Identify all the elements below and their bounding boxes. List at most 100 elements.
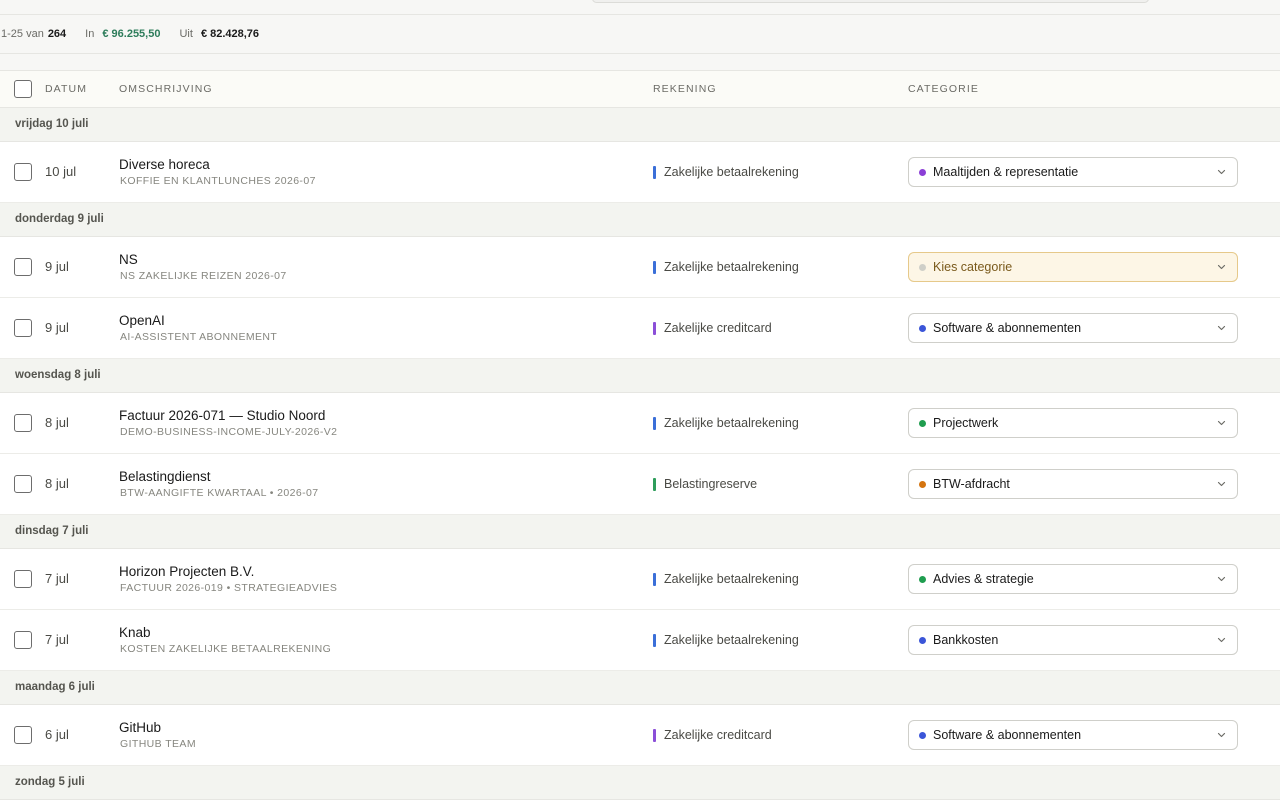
date-group-label: dinsdag 7 juli	[15, 525, 89, 537]
category-select[interactable]: Kies categorie	[908, 252, 1238, 282]
date-group-header: dinsdag 7 juli	[0, 515, 1280, 549]
chevron-down-icon	[1217, 729, 1226, 741]
transactions-summary-bar: 1-25 van 264 In € 96.255,50 Uit € 82.428…	[0, 15, 1280, 54]
account-name: Zakelijke betaalrekening	[664, 165, 799, 179]
search-input[interactable]	[592, 0, 1149, 3]
category-value: BTW-afdracht	[933, 477, 1010, 491]
category-color-dot	[919, 731, 926, 739]
transaction-reference: NS ZAKELIJKE REIZEN 2026-07	[120, 270, 287, 282]
category-color-dot	[919, 324, 926, 332]
row-select-checkbox[interactable]	[14, 414, 32, 432]
category-select[interactable]: Software & abonnementen	[908, 313, 1238, 343]
category-select[interactable]: Maaltijden & representatie	[908, 157, 1238, 187]
category-value: Software & abonnementen	[933, 728, 1082, 742]
transaction-title: Horizon Projecten B.V.	[119, 564, 255, 579]
table-header: DATUM OMSCHRIJVING REKENING CATEGORIE	[0, 71, 1280, 108]
transaction-date: 7 jul	[45, 571, 69, 586]
transaction-title: GitHub	[119, 720, 162, 735]
transaction-reference: KOFFIE EN KLANTLUNCHES 2026-07	[120, 175, 316, 187]
transaction-title: NS	[119, 252, 138, 267]
transaction-title: Factuur 2026-071 — Studio Noord	[119, 408, 326, 423]
transactions-table: DATUM OMSCHRIJVING REKENING CATEGORIE vr…	[0, 71, 1280, 800]
transaction-account: Zakelijke betaalrekening	[653, 393, 799, 453]
column-header-date[interactable]: DATUM	[45, 71, 87, 107]
category-select[interactable]: BTW-afdracht	[908, 469, 1238, 499]
account-color-marker	[653, 260, 656, 274]
result-range: 1-25 van	[1, 28, 44, 40]
row-select-checkbox[interactable]	[14, 631, 32, 649]
transaction-title: Belastingdienst	[119, 469, 211, 484]
table-row[interactable]: 7 jul Knab KOSTEN ZAKELIJKE BETAALREKENING…	[0, 610, 1280, 671]
category-color-dot	[919, 263, 926, 271]
category-color-dot	[919, 575, 926, 583]
category-value: Software & abonnementen	[933, 321, 1082, 335]
row-select-checkbox[interactable]	[14, 726, 32, 744]
transaction-date: 7 jul	[45, 632, 69, 647]
account-color-marker	[653, 572, 656, 586]
category-select[interactable]: Projectwerk	[908, 408, 1238, 438]
expense-label: Uit	[179, 28, 193, 40]
select-all-checkbox[interactable]	[14, 80, 32, 98]
category-select[interactable]: Advies & strategie	[908, 564, 1238, 594]
category-select[interactable]: Software & abonnementen	[908, 720, 1238, 750]
transaction-title: OpenAI	[119, 313, 165, 328]
row-select-checkbox[interactable]	[14, 570, 32, 588]
table-row[interactable]: 10 jul Diverse horeca KOFFIE EN KLANTLUNCH…	[0, 142, 1280, 203]
table-row[interactable]: 9 jul NS NS ZAKELIJKE REIZEN 2026-07 Zakeli…	[0, 237, 1280, 298]
chevron-down-icon	[1217, 166, 1226, 178]
transaction-account: Zakelijke creditcard	[653, 298, 772, 358]
top-toolbar	[0, 0, 1280, 15]
account-name: Zakelijke creditcard	[664, 728, 772, 742]
category-value: Bankkosten	[933, 633, 999, 647]
income-total: € 96.255,50	[102, 28, 161, 40]
transaction-title: Diverse horeca	[119, 157, 210, 172]
category-color-dot	[919, 419, 926, 427]
account-name: Belastingreserve	[664, 477, 758, 491]
category-color-dot	[919, 168, 926, 176]
category-select[interactable]: Bankkosten	[908, 625, 1238, 655]
table-row[interactable]: 6 jul GitHub GITHUB TEAM Zakelijke creditca…	[0, 705, 1280, 766]
table-row[interactable]: 8 jul Factuur 2026-071 — Studio Noord DEMO…	[0, 393, 1280, 454]
account-name: Zakelijke betaalrekening	[664, 572, 799, 586]
account-color-marker	[653, 321, 656, 335]
transaction-title: Knab	[119, 625, 151, 640]
column-header-description[interactable]: OMSCHRIJVING	[119, 71, 213, 107]
date-group-header: woensdag 8 juli	[0, 359, 1280, 393]
column-header-category[interactable]: CATEGORIE	[908, 71, 979, 107]
date-group-label: donderdag 9 juli	[15, 213, 104, 225]
row-select-checkbox[interactable]	[14, 319, 32, 337]
transaction-date: 9 jul	[45, 259, 69, 274]
transaction-date: 6 jul	[45, 727, 69, 742]
category-value: Projectwerk	[933, 416, 999, 430]
row-select-checkbox[interactable]	[14, 163, 32, 181]
expense-total: € 82.428,76	[200, 28, 260, 40]
result-total: 264	[47, 28, 67, 40]
date-group-header: zondag 5 juli	[0, 766, 1280, 800]
row-select-checkbox[interactable]	[14, 258, 32, 276]
account-color-marker	[653, 165, 656, 179]
transaction-reference: BTW-AANGIFTE KWARTAAL • 2026-07	[120, 487, 319, 499]
transaction-reference: GITHUB TEAM	[120, 738, 196, 750]
column-header-account[interactable]: REKENING	[653, 71, 717, 107]
chevron-down-icon	[1217, 261, 1226, 273]
chevron-down-icon	[1217, 478, 1226, 490]
transaction-reference: KOSTEN ZAKELIJKE BETAALREKENING	[120, 643, 332, 655]
income-label: In	[85, 28, 95, 40]
table-row[interactable]: 9 jul OpenAI AI-ASSISTENT ABONNEMENT Zakeli…	[0, 298, 1280, 359]
transaction-account: Zakelijke betaalrekening	[653, 549, 799, 609]
chevron-down-icon	[1217, 573, 1226, 585]
transaction-reference: AI-ASSISTENT ABONNEMENT	[120, 331, 278, 343]
row-select-checkbox[interactable]	[14, 475, 32, 493]
chevron-down-icon	[1217, 417, 1226, 429]
date-group-label: woensdag 8 juli	[15, 369, 101, 381]
table-row[interactable]: 7 jul Horizon Projecten B.V. FACTUUR 2026-…	[0, 549, 1280, 610]
category-value: Kies categorie	[933, 260, 1013, 274]
transaction-date: 9 jul	[45, 320, 69, 335]
account-name: Zakelijke betaalrekening	[664, 633, 799, 647]
category-value: Maaltijden & representatie	[933, 165, 1079, 179]
table-row[interactable]: 8 jul Belastingdienst BTW-AANGIFTE KWARTAA…	[0, 454, 1280, 515]
account-color-marker	[653, 477, 656, 491]
section-spacer	[0, 54, 1280, 71]
transaction-account: Zakelijke betaalrekening	[653, 610, 799, 670]
account-color-marker	[653, 728, 656, 742]
